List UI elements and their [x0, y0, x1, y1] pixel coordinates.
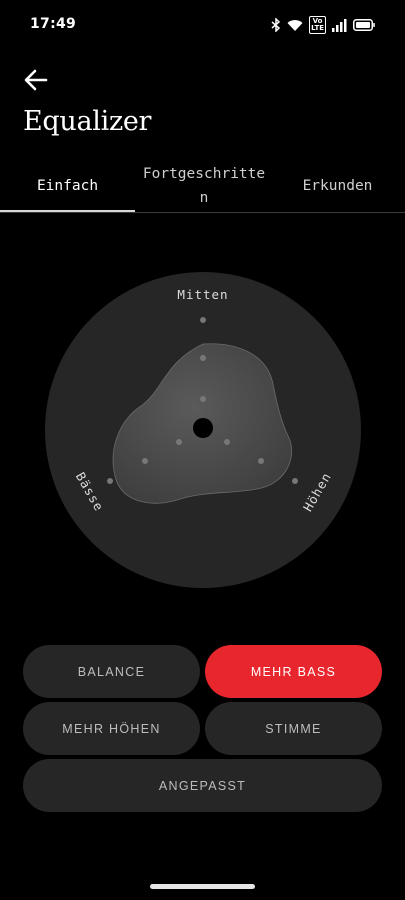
wifi-icon	[287, 19, 303, 32]
status-icons: Vo LTE	[271, 15, 375, 35]
equalizer-dial[interactable]: Mitten Bässe Höhen	[45, 272, 361, 588]
tab-fortgeschritten[interactable]: Fortgeschritten	[142, 160, 266, 212]
volte-icon: Vo LTE	[309, 16, 326, 34]
mid-dot-2	[200, 355, 206, 361]
status-time: 17:49	[30, 16, 77, 32]
axis-label-mid: Mitten	[177, 287, 228, 302]
treble-dot-max	[292, 478, 298, 484]
bass-dot-1	[176, 439, 182, 445]
treble-dot-1	[224, 439, 230, 445]
tab-einfach[interactable]: Einfach	[0, 160, 135, 212]
preset-mehr-hoehen-button[interactable]: MEHR HÖHEN	[23, 702, 200, 755]
signal-icon	[332, 18, 347, 32]
bass-dot-2	[142, 458, 148, 464]
tab-erkunden[interactable]: Erkunden	[270, 160, 405, 212]
bluetooth-icon	[271, 18, 281, 32]
mid-dot-1	[200, 396, 206, 402]
mid-dot-max	[200, 317, 206, 323]
preset-balance-button[interactable]: BALANCE	[23, 645, 200, 698]
preset-mehr-bass-button[interactable]: MEHR BASS	[205, 645, 382, 698]
center-knob[interactable]	[193, 418, 213, 438]
preset-stimme-button[interactable]: STIMME	[205, 702, 382, 755]
arrow-left-icon	[24, 69, 48, 91]
page-title: Equalizer	[23, 106, 152, 137]
battery-icon	[353, 19, 375, 31]
home-indicator[interactable]	[150, 884, 255, 889]
back-button[interactable]	[22, 66, 50, 94]
tab-indicator	[0, 210, 135, 212]
treble-dot-2	[258, 458, 264, 464]
bass-dot-max	[107, 478, 113, 484]
preset-angepasst-button[interactable]: ANGEPASST	[23, 759, 382, 812]
status-bar: 17:49 Vo LTE	[0, 0, 405, 52]
tab-bar: Einfach Fortgeschritten Erkunden	[0, 160, 405, 213]
